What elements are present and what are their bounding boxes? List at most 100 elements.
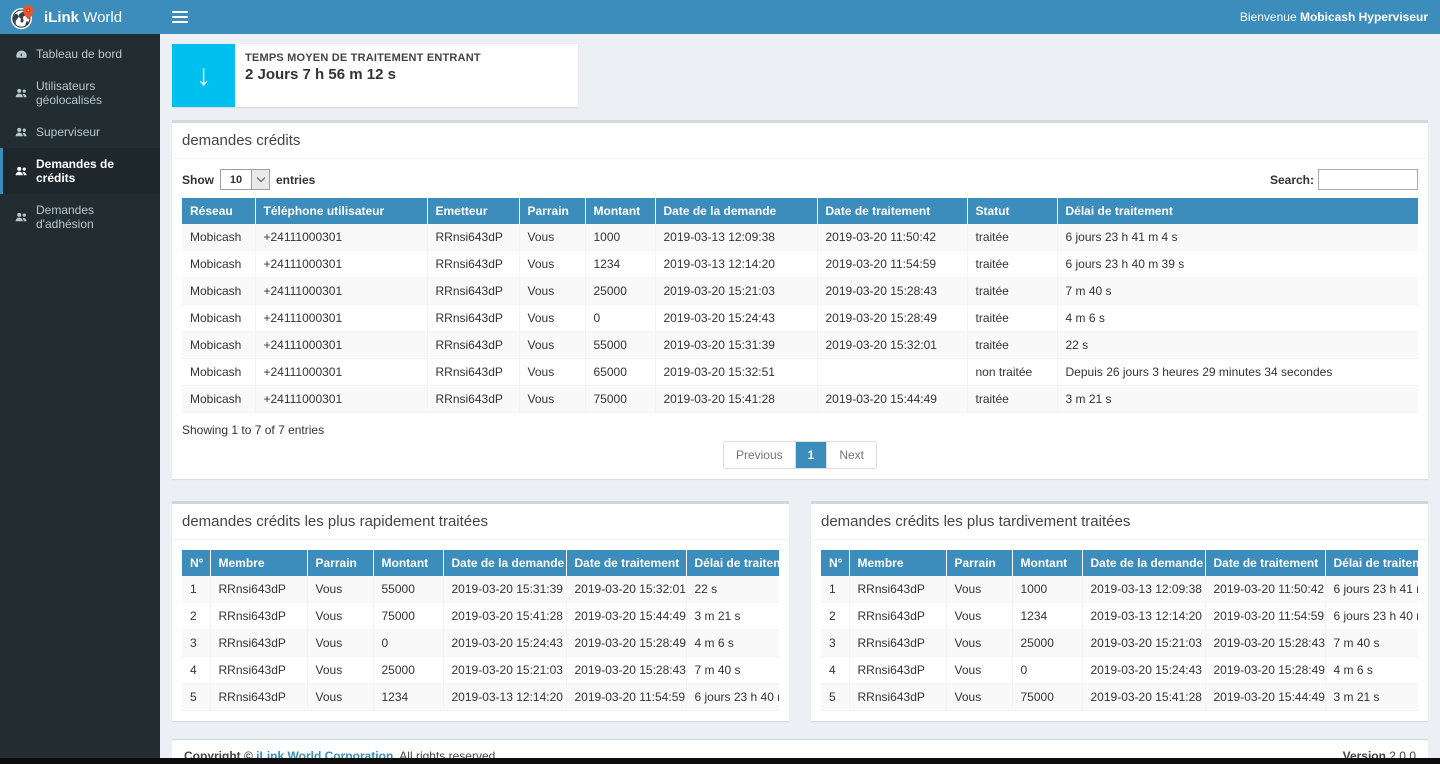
page-size-value: 10 [221, 170, 251, 189]
table-cell: +24111000301 [255, 359, 427, 386]
table-cell: RRnsi643dP [210, 576, 307, 603]
table-cell: 2019-03-20 15:28:43 [1205, 630, 1325, 657]
table-cell: 3 [182, 630, 210, 657]
table-cell: 65000 [585, 359, 655, 386]
table-cell: +24111000301 [255, 224, 427, 251]
sidebar-item-label: Demandes d'adhésion [36, 203, 152, 231]
table-cell: 6 jours 23 h 40 m 39 s [686, 684, 779, 711]
infobox-label: TEMPS MOYEN DE TRAITEMENT ENTRANT [245, 52, 481, 64]
table-cell: 2019-03-20 11:54:59 [566, 684, 686, 711]
app-window: iLink World Tableau de bordUtilisateurs … [0, 0, 1440, 764]
table-row: 4RRnsi643dPVous02019-03-20 15:24:432019-… [821, 657, 1418, 684]
column-header: Parrain [946, 550, 1012, 576]
sidebar-item-demandes-de-cr-dits[interactable]: Demandes de crédits [0, 148, 160, 194]
table-cell: 55000 [373, 576, 443, 603]
table-cell: 5 [821, 684, 849, 711]
table-cell: 4 m 6 s [1057, 305, 1418, 332]
table-cell: 1 [182, 576, 210, 603]
table-header-row: RéseauTéléphone utilisateurEmetteurParra… [182, 198, 1418, 224]
table-row: Mobicash+24111000301RRnsi643dPVous650002… [182, 359, 1418, 386]
column-header[interactable]: Date de la demande [655, 198, 817, 224]
table-cell: 75000 [585, 386, 655, 413]
table-cell: 7 m 40 s [686, 657, 779, 684]
credits-table: RéseauTéléphone utilisateurEmetteurParra… [182, 198, 1418, 413]
users-icon [15, 126, 28, 139]
down-arrow-icon: ↓ [172, 44, 235, 107]
table-cell: 7 m 40 s [1057, 278, 1418, 305]
column-header[interactable]: Date de traitement [817, 198, 967, 224]
table-cell: Vous [519, 359, 585, 386]
column-header[interactable]: Téléphone utilisateur [255, 198, 427, 224]
table-cell: 2019-03-20 15:31:39 [655, 332, 817, 359]
column-header: Montant [373, 550, 443, 576]
next-page-button[interactable]: Next [827, 442, 876, 468]
table-cell: 75000 [373, 603, 443, 630]
column-header[interactable]: Parrain [519, 198, 585, 224]
table-cell: 6 jours 23 h 41 m 4 s [1057, 224, 1418, 251]
globe-pin-logo-icon [10, 4, 36, 30]
search-input[interactable] [1318, 169, 1418, 190]
table-cell: 6 jours 23 h 40 m 39 s [1057, 251, 1418, 278]
table-cell: Mobicash [182, 224, 255, 251]
brand[interactable]: iLink World [0, 0, 160, 34]
column-header[interactable]: Montant [585, 198, 655, 224]
sidebar-item-demandes-d-adh-sion[interactable]: Demandes d'adhésion [0, 194, 160, 240]
column-header[interactable]: Délai de traitement [1057, 198, 1418, 224]
table-cell: 2019-03-20 15:28:43 [817, 278, 967, 305]
table-cell: +24111000301 [255, 332, 427, 359]
sidebar-item-superviseur[interactable]: Superviseur [0, 116, 160, 148]
table-cell: 0 [585, 305, 655, 332]
page-1-button[interactable]: 1 [796, 442, 828, 468]
table-cell: 2019-03-20 15:44:49 [566, 603, 686, 630]
table-header-row: N°MembreParrainMontantDate de la demande… [821, 550, 1418, 576]
sidebar-item-label: Demandes de crédits [36, 157, 152, 185]
slowest-processed-box: demandes crédits les plus tardivement tr… [811, 501, 1428, 721]
sidebar-item-utilisateurs-g-olocalis-s[interactable]: Utilisateurs géolocalisés [0, 70, 160, 116]
previous-page-button[interactable]: Previous [724, 442, 796, 468]
table-cell: traitée [967, 251, 1057, 278]
table-cell: 5 [182, 684, 210, 711]
table-row: 4RRnsi643dPVous250002019-03-20 15:21:032… [182, 657, 779, 684]
column-header: Date de traitement [566, 550, 686, 576]
column-header[interactable]: Réseau [182, 198, 255, 224]
page-size-select[interactable]: 10 [220, 169, 270, 190]
column-header: N° [821, 550, 849, 576]
table-cell: 3 m 21 s [686, 603, 779, 630]
table-cell: RRnsi643dP [849, 657, 946, 684]
table-row: 3RRnsi643dPVous250002019-03-20 15:21:032… [821, 630, 1418, 657]
users-icon [15, 165, 28, 178]
table-cell: 1234 [1012, 603, 1082, 630]
table-cell: 2019-03-13 12:09:38 [1082, 576, 1205, 603]
table-cell: Vous [519, 251, 585, 278]
table-cell: RRnsi643dP [427, 359, 519, 386]
hamburger-icon[interactable] [172, 11, 188, 23]
table-cell: RRnsi643dP [427, 278, 519, 305]
table-summary: Showing 1 to 7 of 7 entries [182, 423, 1418, 437]
column-header[interactable]: Emetteur [427, 198, 519, 224]
table-cell: 2019-03-20 15:28:49 [1205, 657, 1325, 684]
column-header[interactable]: Statut [967, 198, 1057, 224]
table-cell: 2019-03-20 11:54:59 [1205, 603, 1325, 630]
entries-label: entries [276, 173, 315, 187]
infobox-value: 2 Jours 7 h 56 m 12 s [245, 66, 481, 83]
welcome-text: Bienvenue Mobicash Hyperviseur [1240, 10, 1428, 24]
table-cell: 2019-03-20 11:54:59 [817, 251, 967, 278]
table-cell: 2019-03-20 15:44:49 [817, 386, 967, 413]
table-cell: 2019-03-20 11:50:42 [817, 224, 967, 251]
table-cell: Vous [307, 630, 373, 657]
sidebar-item-tableau-de-bord[interactable]: Tableau de bord [0, 38, 160, 70]
table-cell: Mobicash [182, 278, 255, 305]
column-header: Délai de traitement [1325, 550, 1418, 576]
table-row: Mobicash+24111000301RRnsi643dPVous02019-… [182, 305, 1418, 332]
table-row: 3RRnsi643dPVous02019-03-20 15:24:432019-… [182, 630, 779, 657]
table-cell: 75000 [1012, 684, 1082, 711]
main-area: Bienvenue Mobicash Hyperviseur ↓ TEMPS M… [160, 0, 1440, 764]
table-cell: 2019-03-20 15:41:28 [1082, 684, 1205, 711]
fastest-processed-table: N°MembreParrainMontantDate de la demande… [182, 550, 779, 711]
table-cell: Mobicash [182, 359, 255, 386]
table-cell: RRnsi643dP [210, 603, 307, 630]
table-cell: 25000 [1012, 630, 1082, 657]
table-cell: 4 [821, 657, 849, 684]
table-cell: Vous [946, 630, 1012, 657]
table-cell: 22 s [1057, 332, 1418, 359]
